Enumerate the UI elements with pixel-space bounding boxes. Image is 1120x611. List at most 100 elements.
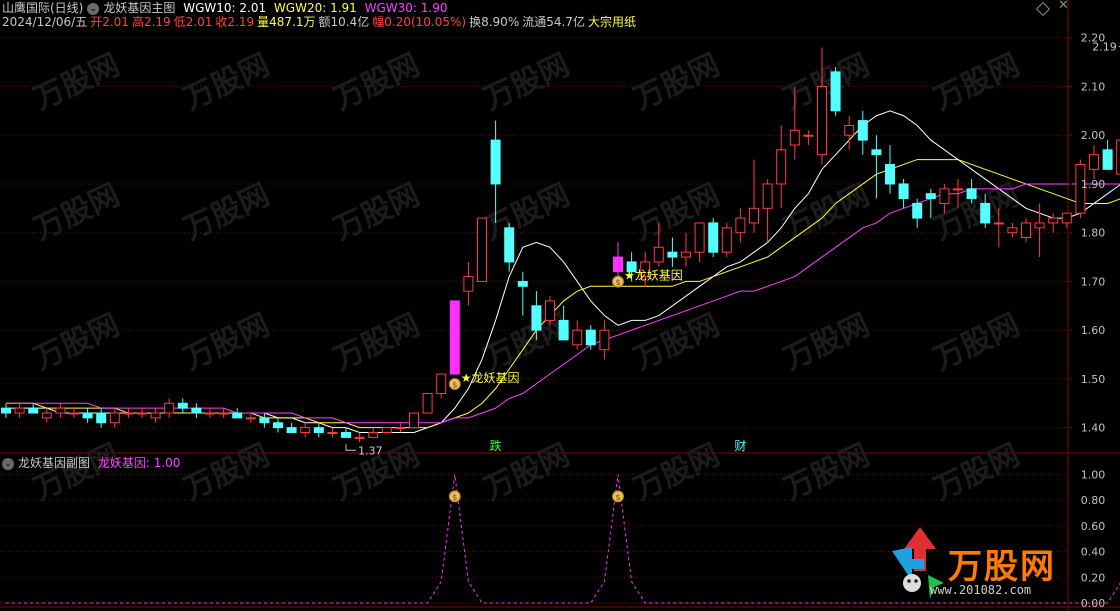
candle[interactable] (844, 115, 855, 150)
candle[interactable] (14, 403, 25, 418)
candle[interactable] (599, 320, 610, 360)
candle-body (300, 427, 311, 434)
candle-body (368, 432, 379, 438)
candle[interactable] (1102, 140, 1113, 170)
candle[interactable] (109, 408, 120, 428)
sub-y-tick-label: 1.00 (1081, 468, 1106, 481)
candle-body (585, 329, 596, 346)
chart-canvas[interactable]: 万股网 万股网 万股网 万股网 万股网 万股网 万股网万股网 万股网 万股网 万股网 万股网 万股网万… (0, 0, 1120, 611)
candle[interactable] (96, 408, 107, 428)
candle[interactable] (1007, 222, 1018, 238)
signal-candle[interactable] (613, 242, 623, 282)
kline-chart-window[interactable]: 万股网 万股网 万股网 万股网 万股网 万股网 万股网 万股网 万股网 万股网 万股网 万股网 万股网万… (0, 0, 1120, 611)
candle[interactable] (69, 408, 79, 418)
candle[interactable] (1061, 212, 1072, 228)
candle[interactable] (41, 408, 52, 423)
sub-panel-title[interactable]: 龙妖基因副图 (18, 456, 90, 470)
candle[interactable] (55, 403, 66, 418)
candle-body (789, 129, 800, 146)
candle-body (681, 251, 691, 258)
candle-body (96, 412, 107, 424)
candle[interactable] (776, 125, 787, 209)
candle[interactable] (205, 408, 215, 418)
candle[interactable] (381, 427, 392, 434)
candle[interactable] (82, 408, 93, 423)
money-bag-glyph: $ (452, 493, 457, 502)
y-tick-label: 2.10 (1081, 80, 1106, 93)
money-bag-glyph: $ (615, 278, 620, 287)
candle[interactable] (585, 325, 596, 350)
candle[interactable] (300, 422, 311, 438)
low-price-label: 1.37 (358, 444, 383, 457)
candle[interactable] (150, 408, 161, 423)
candle[interactable] (1089, 144, 1099, 180)
candle[interactable] (898, 179, 909, 209)
candle-body (490, 139, 501, 185)
candle[interactable] (694, 222, 705, 262)
candle[interactable] (885, 144, 895, 194)
candle[interactable] (395, 422, 406, 433)
candle[interactable] (123, 408, 134, 418)
watermark-tile: 万股网 (179, 307, 275, 377)
candle[interactable] (1, 403, 11, 418)
candle[interactable] (422, 393, 433, 414)
candle[interactable] (313, 422, 324, 438)
candle[interactable] (749, 159, 759, 233)
candle[interactable] (830, 66, 841, 116)
candle-body (993, 222, 1004, 225)
candle[interactable] (735, 208, 746, 243)
candle[interactable] (871, 135, 882, 199)
candle-body (749, 207, 759, 224)
candle-body (164, 402, 175, 414)
watermark-tile: 万股网 (929, 307, 1025, 377)
candle[interactable] (137, 408, 147, 418)
candle[interactable] (708, 218, 719, 258)
candle-body (449, 300, 460, 375)
candle[interactable] (504, 222, 515, 272)
quote-item: 换8.90% (469, 15, 520, 29)
candle[interactable] (177, 398, 188, 414)
candle-body (1089, 154, 1099, 170)
dropdown-chevron-icon[interactable]: ⌄ (2, 457, 14, 470)
candle[interactable] (477, 217, 487, 282)
candle[interactable] (286, 422, 297, 434)
candle-body (205, 412, 215, 415)
candle[interactable] (259, 413, 270, 428)
watermark-tile: 万股网 (779, 437, 875, 507)
candle[interactable] (164, 398, 175, 418)
candle[interactable] (436, 373, 447, 399)
close-icon[interactable]: ✕ (1058, 0, 1069, 13)
candle[interactable] (368, 427, 379, 438)
axis-layer: 1.40 1.50 1.60 1.70 1.80 1.90 2.00 2.10 2.20 0.00… (1068, 32, 1105, 610)
candle[interactable] (354, 432, 365, 443)
candle-body (218, 412, 229, 415)
candle[interactable] (232, 408, 243, 419)
candle-body (966, 188, 977, 200)
candle-body (422, 393, 433, 414)
candle[interactable] (667, 237, 678, 267)
candle[interactable] (273, 417, 283, 433)
candle[interactable] (327, 427, 338, 438)
candle-body (409, 412, 419, 429)
candle[interactable] (721, 222, 732, 258)
candle[interactable] (545, 296, 555, 326)
candle[interactable] (409, 412, 419, 429)
candle[interactable] (572, 320, 583, 350)
candle[interactable] (1021, 218, 1031, 243)
watermark-tile: 万股网 (929, 437, 1025, 507)
candle-body (653, 246, 664, 263)
candle[interactable] (463, 261, 474, 306)
candle[interactable] (857, 110, 868, 155)
quote-item: 高2.19 (131, 15, 171, 29)
candle[interactable] (803, 130, 814, 145)
candle-body (273, 422, 283, 429)
candle[interactable] (1034, 203, 1045, 258)
candle[interactable] (191, 403, 202, 418)
watermark-tile: 万股网 (629, 47, 725, 117)
signal-candle[interactable] (449, 300, 460, 375)
candle[interactable] (912, 198, 923, 228)
candle[interactable] (1048, 213, 1059, 233)
candle[interactable] (517, 271, 528, 316)
candle[interactable] (681, 232, 691, 267)
low-price-pointer (345, 444, 356, 451)
